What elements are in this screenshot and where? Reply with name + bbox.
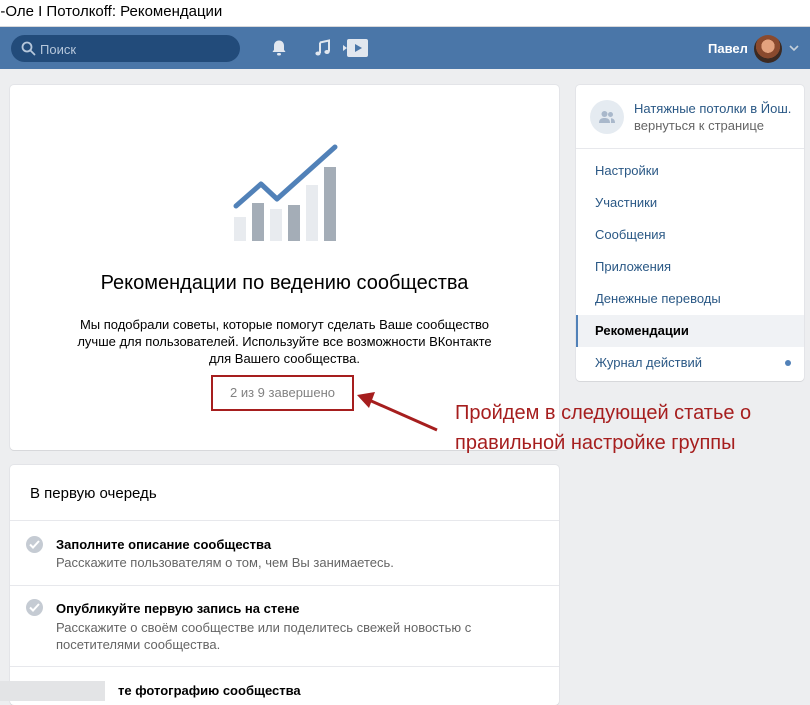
- sidebar-item-members[interactable]: Участники: [576, 187, 804, 219]
- sidebar-item-settings[interactable]: Настройки: [576, 155, 804, 187]
- sidebar-item-money-transfers[interactable]: Денежные переводы: [576, 283, 804, 315]
- avatar[interactable]: [754, 35, 782, 63]
- priority-tasks-card: В первую очередь Заполните описание сооб…: [10, 465, 559, 705]
- video-icon[interactable]: [343, 38, 369, 58]
- sidebar-item-label: Участники: [595, 195, 658, 210]
- chevron-down-icon[interactable]: [789, 45, 799, 52]
- community-name-link[interactable]: Натяжные потолки в Йош.: [634, 101, 791, 116]
- recommendations-card: Рекомендации по ведению сообщества Мы по…: [10, 85, 559, 450]
- annotation-arrow: [357, 392, 438, 432]
- search-input[interactable]: [38, 39, 232, 60]
- community-avatar[interactable]: [590, 100, 624, 134]
- task-title: Заполните описание сообщества: [56, 537, 272, 552]
- search-box[interactable]: [11, 35, 240, 62]
- progress-status: 2 из 9 завершено: [230, 385, 335, 400]
- tasks-heading: В первую очередь: [30, 485, 157, 502]
- growth-chart-icon: [233, 144, 338, 241]
- bottom-overlay: [0, 681, 105, 701]
- back-to-page-link[interactable]: вернуться к странице: [634, 118, 764, 133]
- search-icon: [21, 41, 36, 56]
- sidebar-item-label: Денежные переводы: [595, 291, 721, 306]
- divider: [10, 520, 559, 521]
- users-icon: [599, 111, 615, 123]
- sidebar-item-apps[interactable]: Приложения: [576, 251, 804, 283]
- check-icon: [26, 599, 43, 616]
- community-sidebar: Натяжные потолки в Йош. вернуться к стра…: [576, 85, 804, 381]
- recommendations-description: Мы подобрали советы, которые помогут сде…: [77, 317, 492, 366]
- task-title: Опубликуйте первую запись на стене: [56, 601, 300, 616]
- unread-dot: [785, 360, 791, 366]
- sidebar-item-label: Рекомендации: [595, 323, 689, 338]
- task-title: те фотографию сообщества: [118, 683, 301, 698]
- window-titlebar: о-Оле I Потолкоff: Рекомендации: [0, 0, 810, 27]
- sidebar-item-action-log[interactable]: Журнал действий: [576, 347, 804, 379]
- sidebar-item-label: Приложения: [595, 259, 672, 274]
- divider: [10, 666, 559, 667]
- top-header: Павел: [0, 27, 810, 69]
- sidebar-item-messages[interactable]: Сообщения: [576, 219, 804, 251]
- divider: [10, 585, 559, 586]
- divider: [576, 148, 804, 149]
- sidebar-item-recommendations[interactable]: Рекомендации: [576, 315, 804, 347]
- sidebar-item-label: Настройки: [595, 163, 659, 178]
- sidebar-item-label: Сообщения: [595, 227, 666, 242]
- bell-icon[interactable]: [270, 39, 288, 57]
- check-icon: [26, 536, 43, 553]
- task-description: Расскажите о своём сообществе или подели…: [56, 620, 472, 652]
- annotation-text: Пройдем в следующей статье о правильной …: [455, 402, 752, 454]
- window-title: о-Оле I Потолкоff: Рекомендации: [0, 3, 223, 20]
- user-name[interactable]: Павел: [708, 41, 748, 56]
- music-icon[interactable]: [314, 39, 332, 57]
- sidebar-item-label: Журнал действий: [595, 355, 703, 370]
- recommendations-title: Рекомендации по ведению сообщества: [100, 272, 469, 294]
- progress-highlight: 2 из 9 завершено: [211, 375, 354, 411]
- task-description: Расскажите пользователям о том, чем Вы з…: [56, 555, 394, 570]
